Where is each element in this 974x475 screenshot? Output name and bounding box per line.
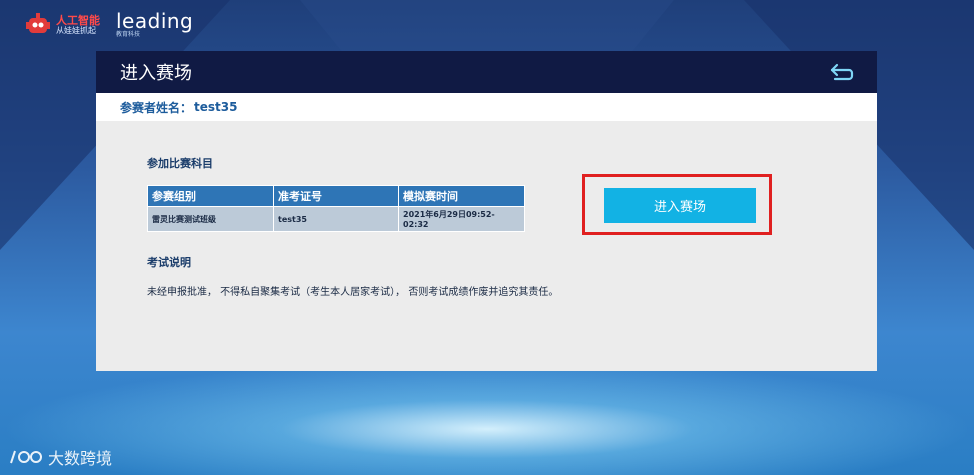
- enter-arena-panel: 进入赛场 参赛者姓名： test35 参加比赛科目 参赛组别 准考证号 模拟赛时…: [96, 51, 877, 371]
- leading-logo-name: leading: [116, 9, 194, 33]
- instructions-text: 未经申报批准， 不得私自聚集考试（考生本人居家考试）， 否则考试成绩作废并追究其…: [147, 287, 559, 298]
- cell-time: 2021年6月29日09:52-02:32: [398, 206, 525, 232]
- robot-logo-title: 人工智能: [56, 14, 100, 27]
- watermark-text: 大数跨境: [48, 449, 113, 468]
- participant-name-value: test35: [194, 100, 238, 114]
- participant-name-label: 参赛者姓名：: [120, 100, 193, 115]
- return-arrow-icon: [830, 63, 854, 81]
- robot-icon: [26, 13, 50, 33]
- robot-logo: 人工智能 从娃娃抓起: [24, 11, 100, 39]
- watermark: 大数跨境: [8, 445, 112, 469]
- table-row: 雷灵比赛测试班级 test35 2021年6月29日09:52-02:32: [147, 206, 525, 232]
- panel-header: 进入赛场: [96, 51, 877, 93]
- instructions-heading: 考试说明: [147, 256, 191, 269]
- cell-group: 雷灵比赛测试班级: [147, 206, 274, 232]
- column-header-ticket: 准考证号: [273, 185, 399, 207]
- subjects-heading: 参加比赛科目: [147, 157, 213, 170]
- back-button[interactable]: [829, 61, 855, 83]
- background-glow: [0, 360, 974, 475]
- enter-arena-button[interactable]: 进入赛场: [604, 188, 756, 223]
- column-header-time: 模拟赛时间: [398, 185, 525, 207]
- subjects-table: 参赛组别 准考证号 模拟赛时间 雷灵比赛测试班级 test35 2021年6月2…: [147, 185, 525, 232]
- watermark-logo-icon: [10, 450, 42, 464]
- table-header-row: 参赛组别 准考证号 模拟赛时间: [147, 185, 525, 207]
- leading-logo-sub: 教育科技: [116, 31, 141, 38]
- robot-logo-subtitle: 从娃娃抓起: [56, 26, 96, 35]
- page-title: 进入赛场: [120, 63, 192, 84]
- participant-info: 参赛者姓名： test35: [96, 93, 877, 121]
- leading-logo: leading 教育科技: [116, 11, 193, 39]
- cell-ticket: test35: [273, 206, 399, 232]
- column-header-group: 参赛组别: [147, 185, 274, 207]
- brand-bar: 人工智能 从娃娃抓起 leading 教育科技: [24, 8, 193, 42]
